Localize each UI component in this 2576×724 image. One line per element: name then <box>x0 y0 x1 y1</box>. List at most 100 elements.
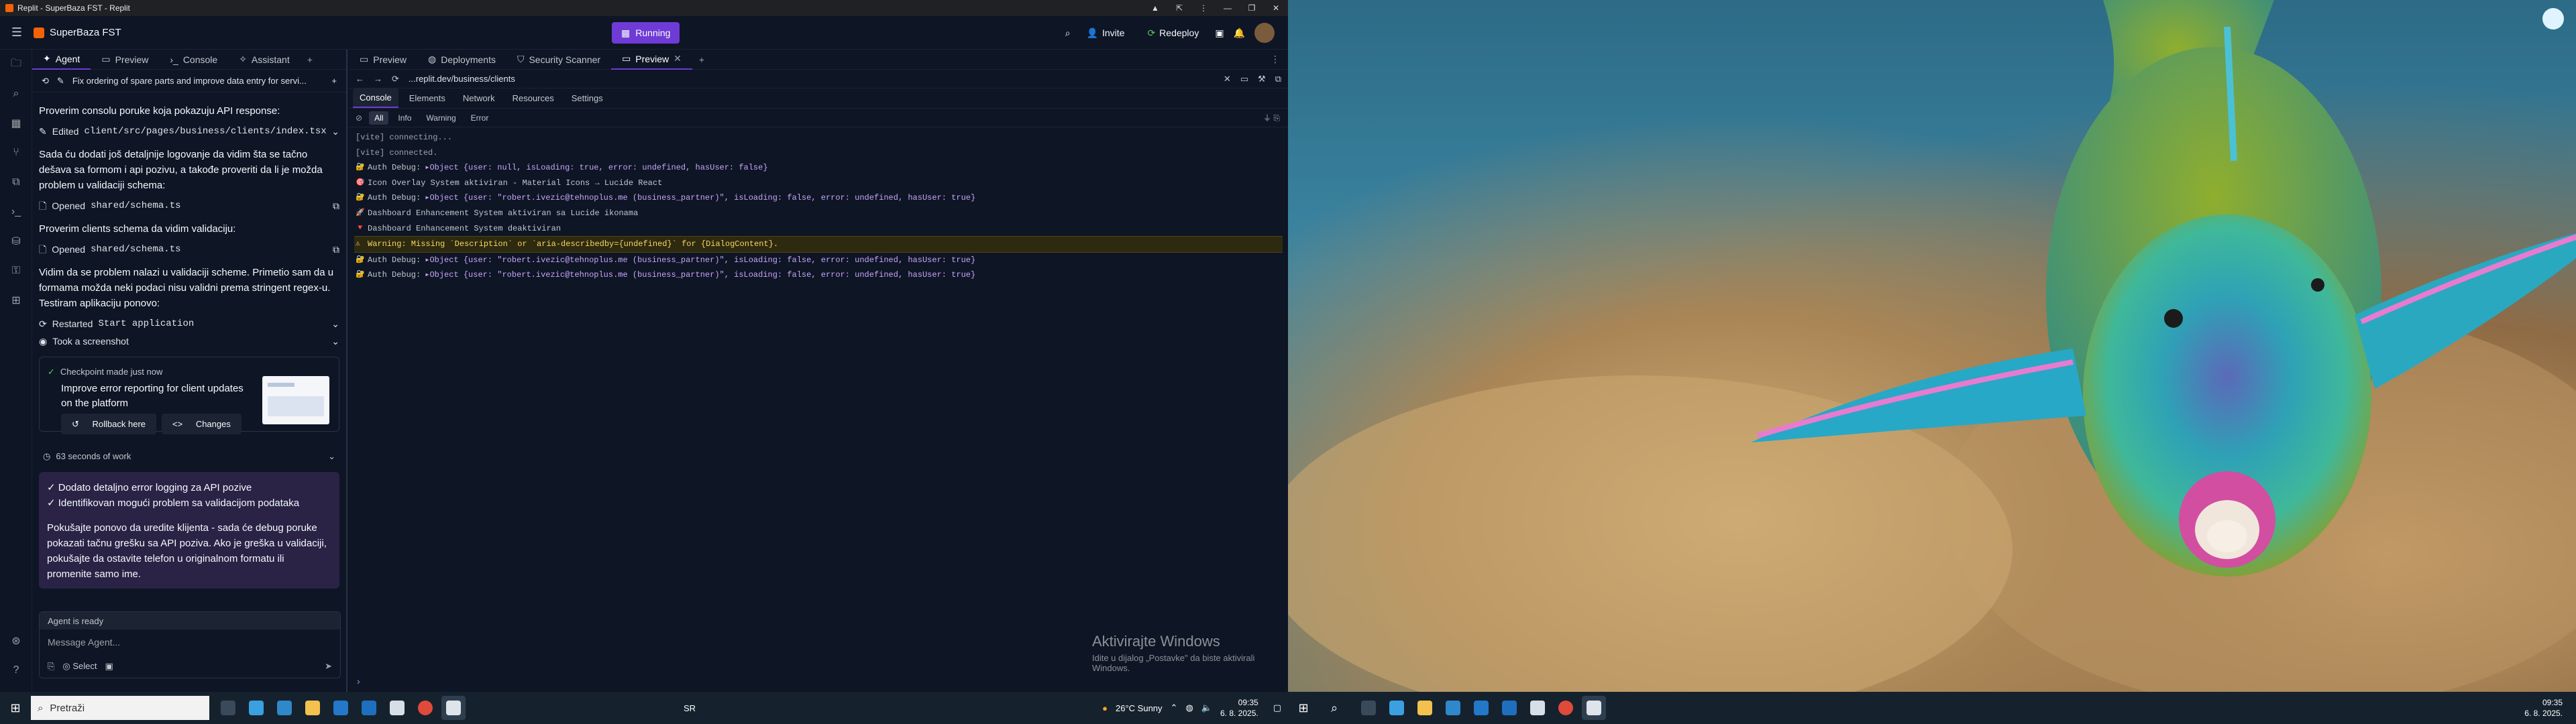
network-icon[interactable]: ◍ <box>1185 703 1193 713</box>
outlook-icon[interactable] <box>1497 696 1521 720</box>
checkpoint-thumbnail[interactable] <box>262 376 329 424</box>
console-line[interactable]: 🔐 Auth Debug: ▸Object {user: "robert.ivezi… <box>354 253 1283 268</box>
filter-info[interactable]: Info <box>392 111 417 125</box>
chrome-icon[interactable] <box>1554 696 1578 720</box>
outlook-icon[interactable] <box>357 696 381 720</box>
thread-title[interactable]: Fix ordering of spare parts and improve … <box>72 76 324 86</box>
apps-icon[interactable]: ▦ <box>0 109 32 138</box>
close-tab-icon[interactable]: ✕ <box>674 53 682 64</box>
database-icon[interactable]: ⛁ <box>0 227 32 256</box>
bell-icon[interactable]: 🔔 <box>1234 27 1245 39</box>
redeploy-button[interactable]: ⟳ Redeploy <box>1140 23 1205 43</box>
chevron-up-icon[interactable]: ⌃ <box>1171 703 1178 713</box>
back-icon[interactable]: ← <box>356 74 364 84</box>
volume-icon[interactable]: 🔈 <box>1201 703 1212 713</box>
search-icon[interactable]: ⌕ <box>1319 692 1350 724</box>
taskbar-search[interactable]: ⌕ Pretraži <box>31 696 209 720</box>
filter-error[interactable]: Error <box>466 111 494 125</box>
edge-icon[interactable] <box>272 696 297 720</box>
tab-agent[interactable]: ✦ Agent <box>32 50 91 70</box>
select-button[interactable]: ◎ Select <box>62 661 97 672</box>
store-icon[interactable] <box>1441 696 1465 720</box>
word-icon[interactable] <box>1525 696 1550 720</box>
message-input[interactable]: Message Agent... <box>40 629 340 655</box>
url-input[interactable]: ...replit.dev/business/clients <box>409 74 1214 84</box>
action-row[interactable]: ✎ Edited client/src/pages/business/clients… <box>39 123 339 140</box>
project-switcher[interactable]: SuperBaza FST <box>34 27 121 38</box>
layout-icon[interactable]: ▣ <box>1215 27 1224 39</box>
notifications-icon[interactable]: ▢ <box>1273 703 1281 713</box>
help-icon[interactable]: ? <box>0 656 32 685</box>
work-time-row[interactable]: ◷ 63 seconds of work ⌄ <box>39 446 339 465</box>
tab-preview[interactable]: ▭ Preview <box>91 50 159 70</box>
secrets-icon[interactable]: ⚿ <box>0 256 32 286</box>
start-button[interactable]: ⊞ <box>1288 692 1319 724</box>
open-external-icon[interactable]: ⧉ <box>1275 74 1281 84</box>
history-icon[interactable]: ⟲ <box>42 76 49 86</box>
language-indicator[interactable]: SR <box>684 703 696 713</box>
explorer-icon[interactable] <box>301 696 325 720</box>
avatar[interactable] <box>1254 23 1275 43</box>
devtools-icon[interactable]: ⚒ <box>1258 74 1266 84</box>
image-icon[interactable]: ▣ <box>105 661 113 672</box>
replit-taskbar-icon[interactable] <box>1582 696 1606 720</box>
clear-console-icon[interactable]: ⊘ <box>353 113 365 123</box>
more-icon[interactable]: ⋮ <box>1271 54 1288 65</box>
taskbar-clock[interactable]: 09:35 6. 8. 2025. <box>1220 697 1265 719</box>
cast-icon[interactable]: ⇱ <box>1167 0 1191 16</box>
mail-icon[interactable] <box>1469 696 1493 720</box>
reload-icon[interactable]: ⟳ <box>392 74 399 84</box>
tab-preview-1[interactable]: ▭ Preview <box>349 50 417 70</box>
desktop-icon[interactable] <box>2540 8 2567 31</box>
console-line[interactable]: 🔐 Auth Debug: ▸Object {user: "robert.ivezi… <box>354 190 1283 206</box>
add-tab-button[interactable]: + <box>301 54 319 65</box>
copilot-icon[interactable] <box>244 696 268 720</box>
menu-icon[interactable]: ☰ <box>0 25 34 40</box>
new-thread-button[interactable]: + <box>331 76 337 86</box>
action-row[interactable]: ◉ Took a screenshot ⌄ <box>39 333 339 350</box>
start-button[interactable]: ⊞ <box>0 692 31 724</box>
filter-warning[interactable]: Warning <box>421 111 461 125</box>
chrome-icon[interactable] <box>413 696 437 720</box>
devtab-elements[interactable]: Elements <box>402 89 452 107</box>
attach-icon[interactable]: ⎘ <box>48 661 54 672</box>
files-icon[interactable]: 🗀 <box>0 50 32 79</box>
rollback-button[interactable]: ↺ Rollback here <box>61 414 157 434</box>
clear-url-icon[interactable]: ✕ <box>1224 74 1231 84</box>
tab-preview-2[interactable]: ▭ Preview ✕ <box>611 50 692 70</box>
copilot-icon[interactable] <box>1385 696 1409 720</box>
close-button[interactable]: ✕ <box>1264 0 1288 16</box>
extensions-icon[interactable]: ⊛ <box>0 626 32 656</box>
devtab-network[interactable]: Network <box>456 89 502 107</box>
word-icon[interactable] <box>385 696 409 720</box>
tab-deployments[interactable]: ◍ Deployments <box>417 50 506 70</box>
weather-widget[interactable]: 26°C Sunny <box>1116 703 1163 713</box>
run-button[interactable]: ▦ Running <box>612 22 680 44</box>
window-menu-icon[interactable]: ⋮ <box>1191 0 1216 16</box>
invite-button[interactable]: 👤 Invite <box>1080 23 1132 43</box>
git-icon[interactable]: ⑂ <box>0 138 32 168</box>
changes-button[interactable]: <> Changes <box>162 414 241 434</box>
task-view-icon[interactable] <box>1356 696 1381 720</box>
console-line[interactable]: 🔐 Auth Debug: ▸Object {user: null, isLoadi… <box>354 160 1283 176</box>
console-warning[interactable]: ⚠ Warning: Missing `Description` or `aria… <box>354 236 1283 253</box>
search-rail-icon[interactable]: ⌕ <box>0 79 32 109</box>
send-icon[interactable]: ➤ <box>325 661 332 672</box>
devtab-settings[interactable]: Settings <box>565 89 610 107</box>
explorer-icon[interactable] <box>1413 696 1437 720</box>
console-line[interactable]: 🔐 Auth Debug: ▸Object {user: "robert.ivezi… <box>354 267 1283 283</box>
maximize-button[interactable]: ❐ <box>1240 0 1264 16</box>
collapse-icon[interactable]: ▲ <box>1143 0 1167 16</box>
console-prompt[interactable]: › <box>357 676 360 686</box>
add-tab-button[interactable]: + <box>692 54 711 65</box>
mail-icon[interactable] <box>329 696 353 720</box>
action-row[interactable]: 🗋 Opened shared/schema.ts ⧉ <box>39 241 339 258</box>
filter-all[interactable]: All <box>369 111 389 125</box>
action-row[interactable]: 🗋 Opened shared/schema.ts ⧉ <box>39 197 339 215</box>
taskbar-clock[interactable]: 09:35 6. 8. 2025. <box>2524 697 2569 719</box>
funnel-icon[interactable]: ⏚ <box>1263 113 1271 123</box>
minimize-button[interactable]: — <box>1216 0 1240 16</box>
copy-icon[interactable]: ⎘ <box>1273 113 1280 123</box>
tab-console[interactable]: ›_ Console <box>159 50 228 70</box>
action-row[interactable]: ⟳ Restarted Start application ⌄ <box>39 315 339 333</box>
